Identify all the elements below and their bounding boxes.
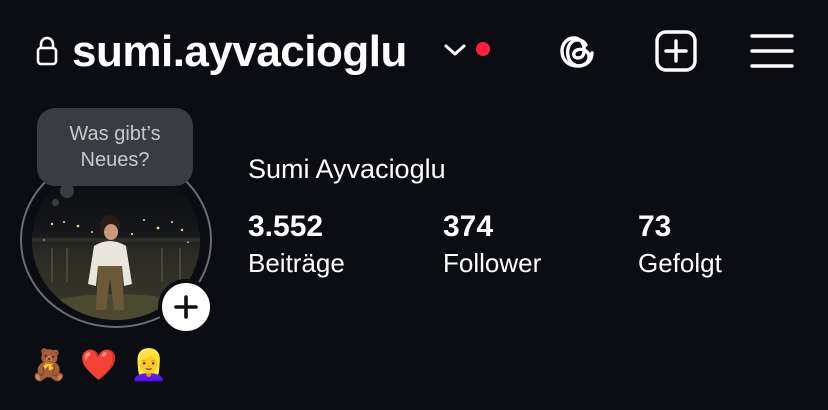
stat-followers-value: 374 bbox=[443, 210, 494, 243]
stat-followers[interactable]: 374 Follower bbox=[443, 208, 541, 280]
add-story-button[interactable] bbox=[158, 279, 214, 335]
new-post-icon[interactable] bbox=[654, 29, 698, 73]
notification-dot bbox=[476, 42, 490, 56]
note-bubble-tail bbox=[60, 184, 74, 198]
account-username[interactable]: sumi.ayvacioglu bbox=[72, 26, 407, 78]
red-heart-emoji: ❤️ bbox=[80, 348, 118, 383]
bio-emojis: 🧸 ❤️ 👱‍♀️ bbox=[30, 346, 168, 386]
blond-woman-emoji: 👱‍♀️ bbox=[130, 348, 168, 383]
threads-icon[interactable] bbox=[556, 29, 600, 73]
stat-posts-label: Beiträge bbox=[248, 248, 345, 278]
top-bar: sumi.ayvacioglu bbox=[0, 0, 828, 100]
add-story-icon bbox=[174, 295, 198, 319]
stat-following[interactable]: 73 Gefolgt bbox=[638, 208, 722, 280]
note-bubble-tail-small bbox=[52, 199, 59, 206]
menu-icon[interactable] bbox=[750, 32, 794, 70]
stat-following-value: 73 bbox=[638, 210, 672, 243]
stat-following-label: Gefolgt bbox=[638, 248, 722, 278]
stat-posts-value: 3.552 bbox=[248, 210, 324, 243]
stat-followers-label: Follower bbox=[443, 248, 542, 278]
teddy-bear-emoji: 🧸 bbox=[30, 348, 68, 383]
profile-full-name: Sumi Ayvacioglu bbox=[248, 154, 446, 184]
stat-posts[interactable]: 3.552 Beiträge bbox=[248, 208, 345, 280]
lock-icon bbox=[36, 36, 58, 66]
chevron-down-icon[interactable] bbox=[443, 42, 467, 58]
note-bubble[interactable]: Was gibt’s Neues? bbox=[37, 108, 193, 186]
